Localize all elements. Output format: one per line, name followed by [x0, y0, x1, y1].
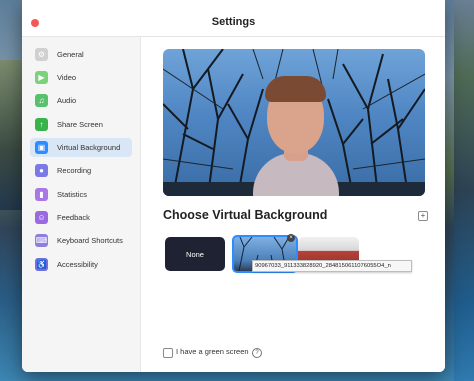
sidebar-item-label: Video [57, 73, 77, 82]
accessibility-icon: ♿ [35, 258, 48, 271]
filename-tooltip: 90967033_911333828920_2848150611076055O4… [252, 260, 412, 272]
sidebar-item-label: Recording [57, 166, 92, 175]
sidebar-item-audio[interactable]: ♫ Audio [30, 91, 132, 110]
headphones-icon: ♫ [35, 94, 48, 107]
camera-preview [163, 49, 425, 196]
gear-icon: ⚙ [35, 48, 48, 61]
sidebar-item-share-screen[interactable]: ↑ Share Screen [30, 115, 132, 134]
help-icon[interactable]: ? [252, 348, 262, 358]
wallpaper-cliff-right [454, 0, 474, 381]
settings-sidebar: ⚙ General ▶ Video ♫ Audio ↑ Share Screen… [22, 37, 141, 372]
recording-icon: ● [35, 164, 48, 177]
sidebar-item-statistics[interactable]: ▮ Statistics [30, 185, 132, 204]
remove-background-button[interactable]: × [287, 234, 295, 242]
video-icon: ▶ [35, 71, 48, 84]
statistics-icon: ▮ [35, 188, 48, 201]
window-title: Settings [211, 16, 256, 28]
sidebar-item-label: Share Screen [57, 120, 103, 129]
sidebar-item-feedback[interactable]: ☺ Feedback [30, 208, 132, 227]
title-bar: Settings [22, 0, 445, 37]
sidebar-item-label: Statistics [57, 190, 88, 199]
person-hair [265, 76, 326, 102]
sidebar-item-label: Audio [57, 96, 77, 105]
green-screen-label: I have a green screen [176, 347, 249, 356]
green-screen-checkbox[interactable] [163, 348, 173, 358]
sidebar-item-label: Feedback [57, 213, 90, 222]
share-screen-icon: ↑ [35, 118, 48, 131]
sidebar-item-label: General [57, 50, 84, 59]
sidebar-item-label: Keyboard Shortcuts [57, 236, 123, 245]
section-title: Choose Virtual Background [163, 208, 328, 222]
sidebar-item-keyboard-shortcuts[interactable]: ⌨ Keyboard Shortcuts [30, 231, 132, 250]
sidebar-item-accessibility[interactable]: ♿ Accessibility [30, 255, 132, 274]
feedback-icon: ☺ [35, 211, 48, 224]
sidebar-item-label: Accessibility [57, 260, 98, 269]
settings-window: Settings ⚙ General ▶ Video ♫ Audio ↑ Sha… [22, 0, 445, 372]
background-none-option[interactable]: None [165, 237, 225, 271]
sidebar-item-recording[interactable]: ● Recording [30, 161, 132, 180]
sidebar-item-label: Virtual Background [57, 143, 121, 152]
background-none-label: None [186, 249, 204, 259]
sidebar-item-video[interactable]: ▶ Video [30, 68, 132, 87]
sidebar-item-general[interactable]: ⚙ General [30, 45, 132, 64]
virtual-background-panel: Choose Virtual Background + None × 90967… [141, 37, 445, 372]
sidebar-item-virtual-background[interactable]: ▣ Virtual Background [30, 138, 132, 157]
add-background-button[interactable]: + [418, 211, 428, 221]
wallpaper-cliff-left [0, 60, 24, 210]
virtual-background-icon: ▣ [35, 141, 48, 154]
keyboard-icon: ⌨ [35, 234, 48, 247]
